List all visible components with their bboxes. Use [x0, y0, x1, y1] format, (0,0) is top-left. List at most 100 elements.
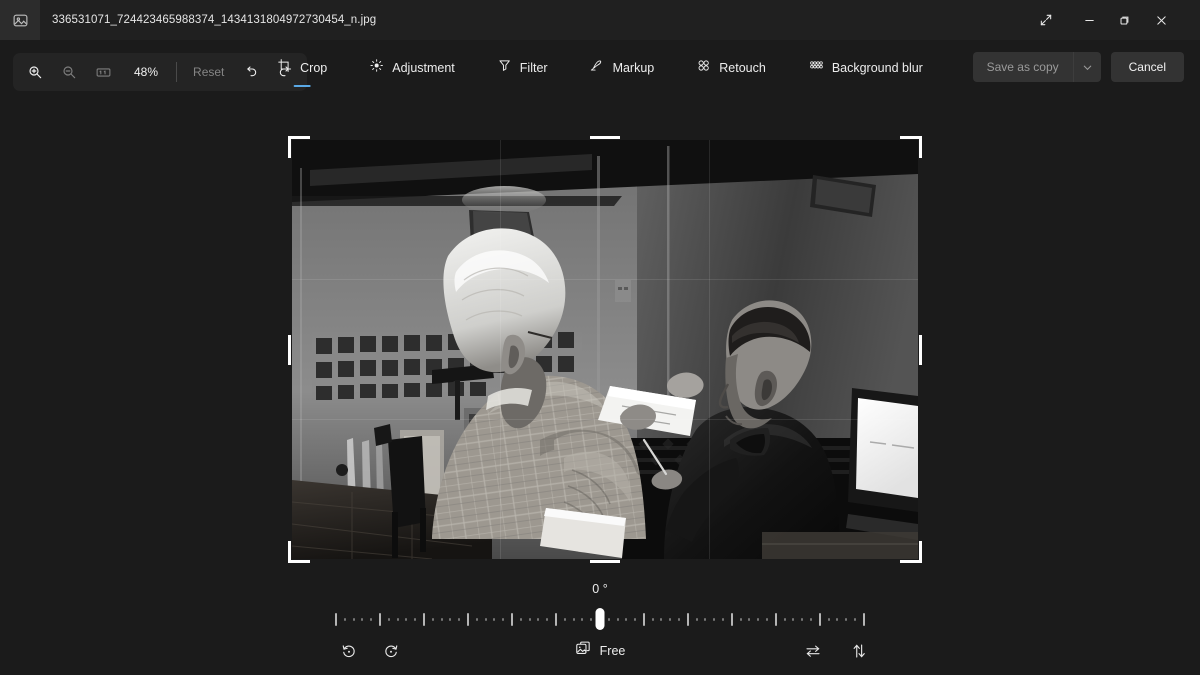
rotation-tick-minor — [581, 617, 584, 621]
tab-adjustment[interactable]: Adjustment — [359, 52, 465, 87]
rotation-tick-minor — [484, 617, 487, 621]
rotation-tick-major — [422, 612, 425, 626]
rotation-tick-minor — [704, 617, 707, 621]
rotate-right-icon[interactable] — [375, 635, 407, 667]
rotation-tick-minor — [651, 617, 654, 621]
one-to-one-icon[interactable] — [86, 57, 120, 87]
rotation-tick-minor — [607, 617, 610, 621]
tab-background-blur-label: Background blur — [831, 61, 923, 75]
rotate-controls — [333, 635, 407, 667]
rotation-tick-minor — [854, 617, 857, 621]
crop-handle-left-center[interactable] — [288, 334, 291, 365]
crop-guide-horizontal-2 — [292, 419, 918, 420]
zoom-in-icon[interactable] — [18, 57, 52, 87]
blur-icon — [808, 58, 824, 78]
tab-retouch-label: Retouch — [719, 61, 766, 75]
rotation-tick-major — [774, 612, 777, 626]
tab-filter[interactable]: Filter — [487, 52, 558, 87]
rotation-tick-minor — [519, 617, 522, 621]
flip-vertical-icon[interactable] — [843, 635, 875, 667]
retouch-icon — [696, 58, 711, 78]
crop-handle-top-left-arm[interactable] — [288, 136, 310, 139]
flip-horizontal-icon[interactable] — [797, 635, 829, 667]
save-as-copy-button[interactable]: Save as copy — [973, 52, 1073, 82]
rotation-tick-minor — [361, 617, 364, 621]
rotation-tick-minor — [458, 617, 461, 621]
rotation-tick-minor — [616, 617, 619, 621]
reset-button[interactable]: Reset — [183, 59, 234, 85]
rotation-tick-minor — [440, 617, 443, 621]
cancel-button[interactable]: Cancel — [1110, 52, 1184, 82]
rotation-tick-minor — [370, 617, 373, 621]
crop-handle-bottom-center[interactable] — [590, 560, 620, 563]
pen-icon — [590, 58, 605, 78]
tab-filter-label: Filter — [519, 61, 548, 75]
rotation-tick-minor — [475, 617, 478, 621]
crop-handle-top-right[interactable] — [919, 136, 922, 158]
rotation-tick-minor — [801, 617, 804, 621]
rotation-slider-area: 0 ° — [0, 568, 1200, 630]
rotation-tick-minor — [678, 617, 681, 621]
crop-handle-bottom-right-arm[interactable] — [900, 560, 922, 563]
maximize-icon[interactable] — [1107, 0, 1141, 40]
rotation-tick-minor — [343, 617, 346, 621]
window-title: 336531071_724423465988374_14341318049727… — [52, 14, 377, 26]
zoom-level-value: 48% — [134, 65, 159, 79]
rotation-tick-minor — [563, 617, 566, 621]
rotation-tick-minor — [634, 617, 637, 621]
rotation-tick-minor — [352, 617, 355, 621]
rotation-tick-major — [510, 612, 513, 626]
rotate-left-icon[interactable] — [333, 635, 365, 667]
tab-crop[interactable]: Crop — [267, 52, 337, 87]
tab-markup[interactable]: Markup — [580, 52, 665, 87]
image-canvas — [0, 103, 1200, 568]
crop-handle-top-center[interactable] — [590, 136, 620, 139]
photos-app-icon — [0, 0, 40, 40]
chevron-down-icon[interactable] — [1072, 52, 1101, 82]
rotation-tick-major — [466, 612, 469, 626]
crop-handle-right-center[interactable] — [919, 334, 922, 365]
rotation-angle-value: 0 ° — [592, 582, 608, 596]
rotation-tick-minor — [387, 617, 390, 621]
crop-tools-bar: Free — [0, 630, 1200, 675]
rotation-tick-minor — [827, 617, 830, 621]
rotation-tick-minor — [757, 617, 760, 621]
minimize-icon[interactable] — [1072, 0, 1106, 40]
rotation-tick-minor — [546, 617, 549, 621]
crop-handle-bottom-left-arm[interactable] — [288, 560, 310, 563]
rotation-tick-minor — [669, 617, 672, 621]
aspect-ratio-button[interactable]: Free — [563, 634, 638, 668]
tab-markup-label: Markup — [612, 61, 655, 75]
crop-handle-top-right-arm[interactable] — [900, 136, 922, 139]
save-as-copy-split-button[interactable]: Save as copy — [972, 52, 1101, 82]
rotation-tick-minor — [713, 617, 716, 621]
rotation-tick-major — [862, 612, 865, 626]
crop-frame[interactable] — [288, 136, 922, 563]
crop-guide-vertical-1 — [500, 140, 501, 559]
aspect-ratio-label: Free — [599, 644, 626, 658]
undo-icon[interactable] — [234, 57, 268, 87]
edit-mode-tabs: Crop Adjustment Filter Markup Retouch Ba… — [267, 52, 933, 87]
zoom-out-icon[interactable] — [52, 57, 86, 87]
zoom-controls-group: 48% Reset — [13, 53, 308, 91]
rotation-tick-minor — [431, 617, 434, 621]
title-bar: 336531071_724423465988374_14341318049727… — [0, 0, 1200, 40]
rotation-tick-minor — [414, 617, 417, 621]
rotation-tick-major — [686, 612, 689, 626]
brightness-icon — [369, 58, 384, 78]
rotation-tick-minor — [722, 617, 725, 621]
rotation-tick-major — [335, 612, 337, 626]
rotation-tick-minor — [836, 617, 839, 621]
rotation-tick-minor — [396, 617, 399, 621]
rotation-tick-minor — [493, 617, 496, 621]
tab-retouch[interactable]: Retouch — [686, 52, 776, 87]
tab-background-blur[interactable]: Background blur — [798, 52, 933, 87]
rotation-slider-thumb[interactable] — [595, 608, 605, 630]
rotation-slider[interactable] — [335, 608, 865, 630]
tab-adjustment-label: Adjustment — [392, 61, 455, 75]
expand-icon[interactable] — [1024, 0, 1068, 40]
crop-handle-top-left[interactable] — [288, 136, 291, 158]
rotation-tick-minor — [537, 617, 540, 621]
photo-content — [292, 140, 918, 559]
close-icon[interactable] — [1144, 0, 1178, 40]
